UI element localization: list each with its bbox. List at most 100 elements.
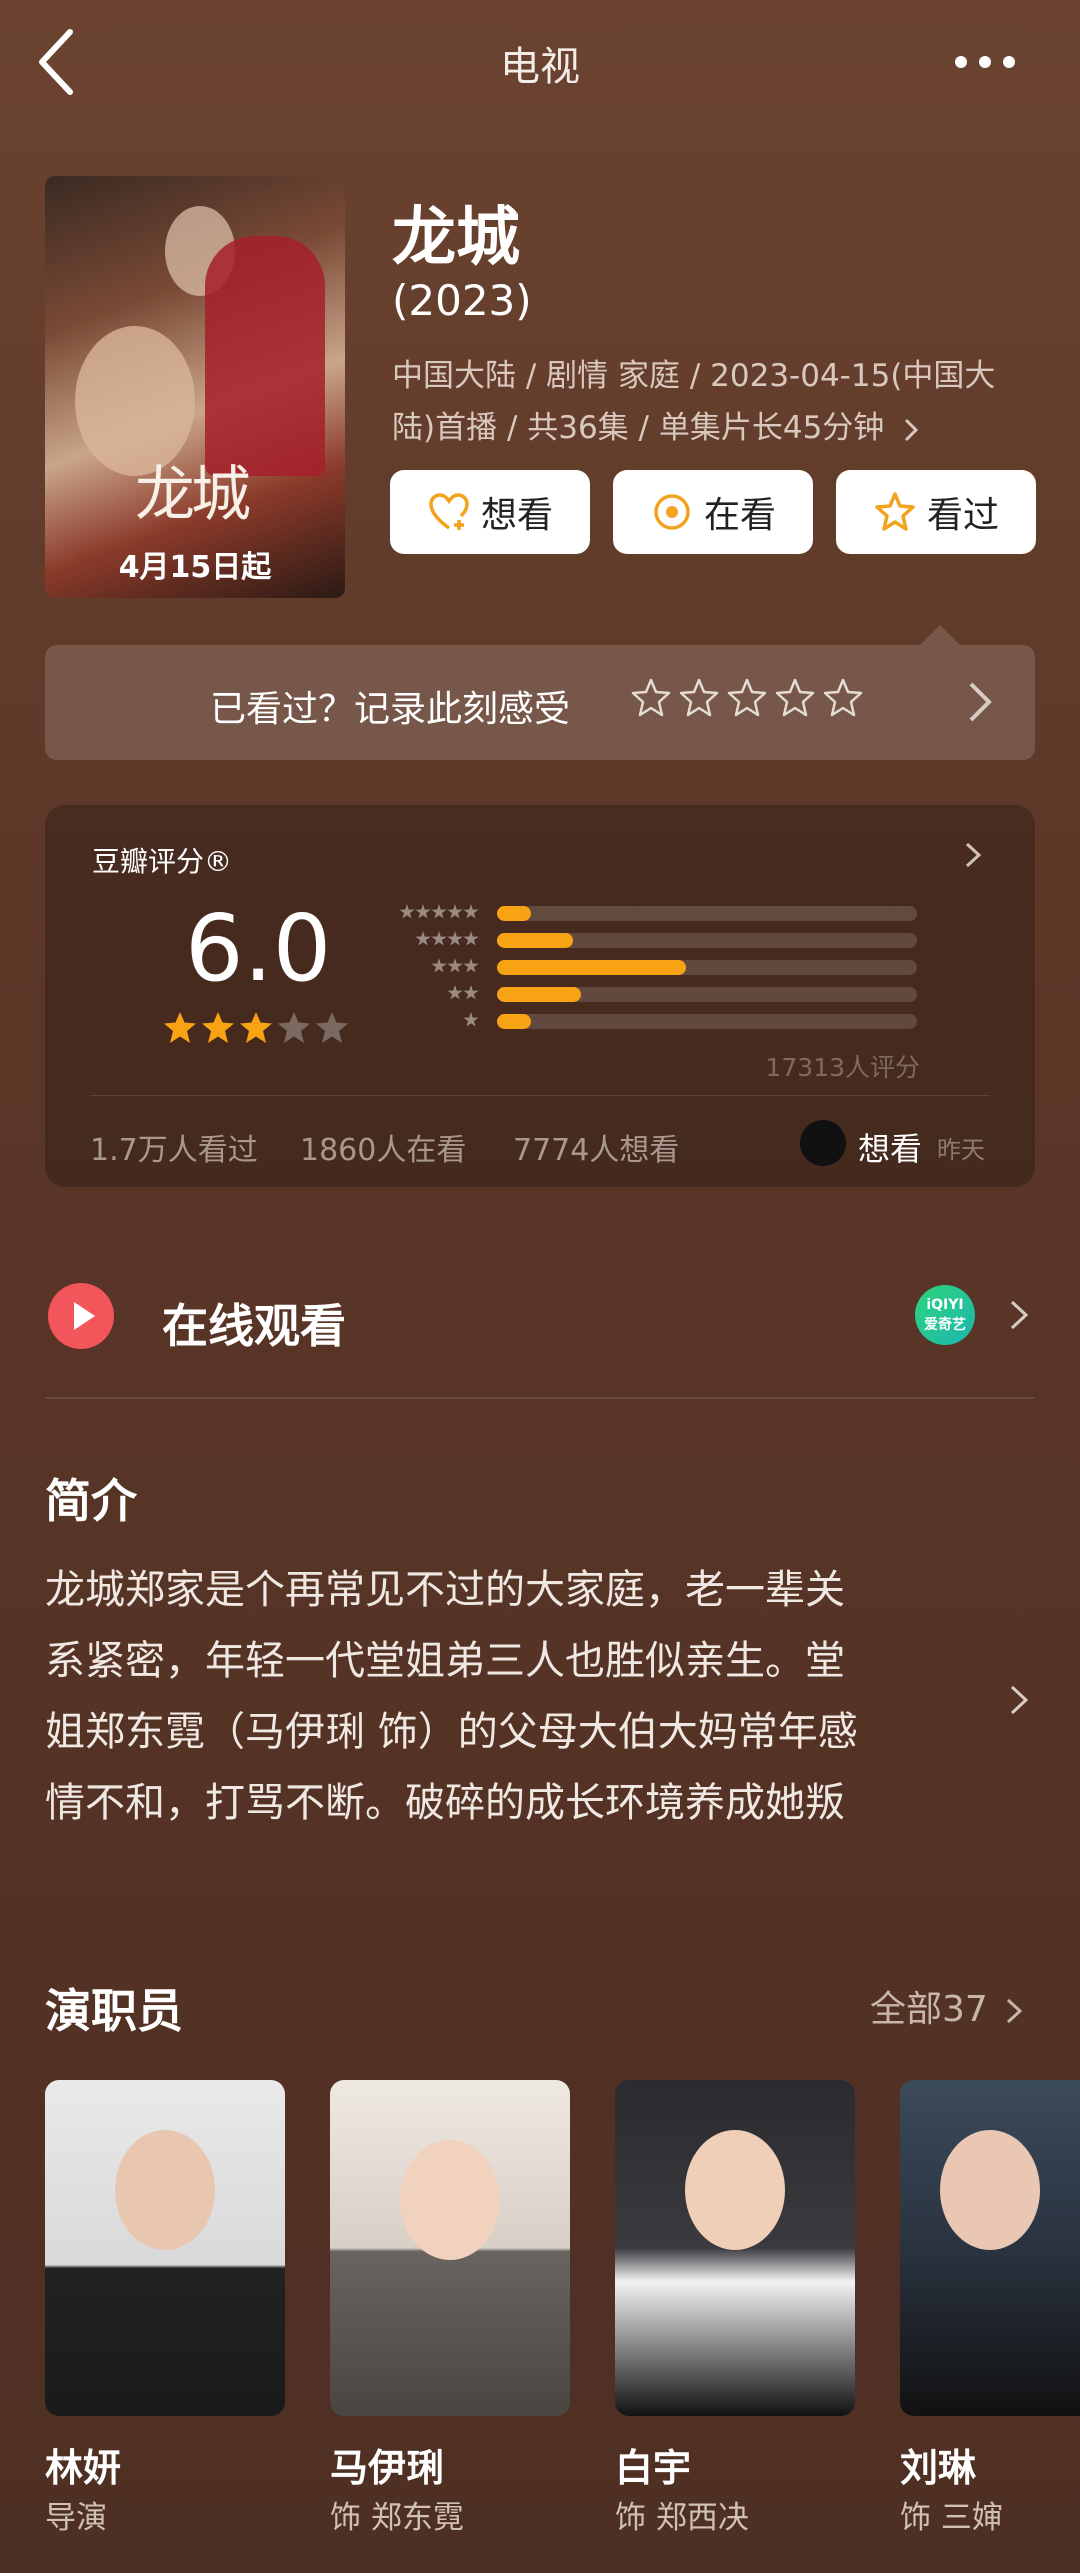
iqiyi-logo-icon[interactable]: iQIYI 爱奇艺	[915, 1285, 975, 1345]
chevron-right-icon[interactable]	[1008, 1298, 1030, 1332]
rating-bar-fill	[497, 1014, 531, 1029]
poster-figure	[205, 236, 325, 476]
avatar[interactable]	[800, 1120, 846, 1166]
show-title: 龙城	[392, 201, 520, 275]
heart-plus-icon	[429, 493, 469, 530]
rate-banner-pointer	[920, 625, 960, 645]
star-filled-icon	[202, 1012, 234, 1043]
rating-bar-fill	[497, 906, 531, 921]
synopsis-line: 系紧密，年轻一代堂姐弟三人也胜似亲生。堂	[45, 1638, 845, 1684]
cast-all-link[interactable]: 全部37	[870, 1980, 1023, 2032]
poster-image[interactable]: 龙城 4月15日起	[45, 176, 345, 598]
watching-button[interactable]: 在看	[613, 470, 813, 554]
cast-role: 饰 三婶	[900, 2500, 1003, 2536]
mini-star-icon	[431, 931, 447, 946]
show-meta-line: 陆)首播 / 共36集 / 单集片长45分钟	[392, 402, 1042, 454]
target-icon	[654, 494, 690, 530]
cast-role: 饰 郑东霓	[330, 2500, 464, 2536]
star-outline-icon[interactable]	[678, 677, 720, 719]
star-filled-icon	[164, 1012, 196, 1043]
cast-role: 导演	[45, 2500, 107, 2536]
watched-count[interactable]: 1.7万人看过	[90, 1125, 258, 1169]
mini-star-icon	[447, 904, 463, 919]
online-watch-title[interactable]: 在线观看	[162, 1290, 346, 1356]
synopsis-text[interactable]: 龙城郑家是个再常见不过的大家庭，老一辈关 系紧密，年轻一代堂姐弟三人也胜似亲生。…	[45, 1555, 965, 1839]
mini-star-icon	[463, 1012, 479, 1027]
star-filled-icon	[240, 1012, 272, 1043]
watching-count[interactable]: 1860人在看	[300, 1125, 466, 1169]
want-count[interactable]: 7774人想看	[513, 1125, 679, 1169]
rating-bar-stars	[415, 931, 479, 947]
star-outline-icon	[875, 492, 915, 531]
synopsis-line: 龙城郑家是个再常见不过的大家庭，老一辈关	[45, 1567, 845, 1613]
star-outline-icon[interactable]	[774, 677, 816, 719]
synopsis-title: 简介	[45, 1474, 137, 1528]
rating-bar-row	[375, 1008, 920, 1035]
mini-star-icon	[447, 985, 463, 1000]
rating-bar-row	[375, 981, 920, 1008]
rating-bar-stars	[431, 958, 479, 974]
rate-stars[interactable]	[630, 677, 864, 719]
rating-label: 豆瓣评分®	[92, 845, 233, 878]
star-outline-icon[interactable]	[726, 677, 768, 719]
friend-time: 昨天	[937, 1136, 985, 1164]
rating-bar-fill	[497, 987, 581, 1002]
cast-photo[interactable]	[615, 2080, 855, 2416]
mini-star-icon	[431, 904, 447, 919]
rating-bar-stars	[399, 904, 479, 920]
rating-bar-fill	[497, 933, 573, 948]
rating-score: 6.0	[185, 895, 332, 1002]
mini-star-icon	[463, 931, 479, 946]
mini-star-icon	[463, 985, 479, 1000]
poster-title-art: 龙城	[135, 460, 251, 530]
mini-star-icon	[431, 958, 447, 973]
more-dot-icon	[1003, 56, 1015, 68]
mini-star-icon	[415, 904, 431, 919]
more-button[interactable]	[945, 40, 1025, 80]
want-to-watch-button[interactable]: 想看	[390, 470, 590, 554]
watching-label: 在看	[703, 495, 776, 536]
rating-count: 17313人评分	[765, 1053, 920, 1082]
cast-name[interactable]: 林妍	[45, 2437, 121, 2492]
synopsis-line: 姐郑东霓（马伊琍 饰）的父母大伯大妈常年感	[45, 1709, 858, 1755]
chevron-right-icon[interactable]	[965, 678, 995, 726]
rating-bar-track	[497, 960, 917, 975]
show-meta[interactable]: 中国大陆 / 剧情 家庭 / 2023-04-15(中国大 陆)首播 / 共36…	[392, 350, 1042, 454]
rating-bar-row	[375, 954, 920, 981]
watched-button[interactable]: 看过	[836, 470, 1036, 554]
cast-all-label: 全部37	[870, 1989, 988, 2030]
mini-star-icon	[415, 931, 431, 946]
cast-photo[interactable]	[330, 2080, 570, 2416]
cast-name[interactable]: 刘琳	[900, 2437, 976, 2492]
divider	[90, 1095, 990, 1096]
chevron-right-icon[interactable]	[963, 840, 983, 870]
show-meta-line: 中国大陆 / 剧情 家庭 / 2023-04-15(中国大	[392, 358, 996, 394]
cast-name[interactable]: 马伊琍	[330, 2437, 444, 2492]
rate-banner-text: 已看过？记录此刻感受	[210, 689, 571, 730]
play-icon[interactable]	[48, 1283, 114, 1349]
page-title: 电视	[500, 44, 580, 90]
mini-star-icon	[399, 904, 415, 919]
star-outline-icon[interactable]	[822, 677, 864, 719]
friend-action: 想看	[858, 1130, 923, 1168]
star-outline-icon[interactable]	[630, 677, 672, 719]
want-to-watch-label: 想看	[480, 495, 553, 536]
show-year: (2023)	[392, 276, 532, 325]
cast-photo[interactable]	[45, 2080, 285, 2416]
play-triangle-icon	[74, 1302, 95, 1330]
rating-bar-track	[497, 987, 917, 1002]
synopsis-line: 情不和，打骂不断。破碎的成长环境养成她叛	[45, 1780, 845, 1826]
cast-face	[685, 2130, 785, 2250]
cast-photo[interactable]	[900, 2080, 1080, 2416]
chevron-right-icon[interactable]	[1008, 1683, 1030, 1717]
more-dot-icon	[955, 56, 967, 68]
rating-stars	[162, 1010, 350, 1046]
cast-name[interactable]: 白宇	[615, 2437, 691, 2492]
mini-star-icon	[447, 958, 463, 973]
rating-bar-track	[497, 933, 917, 948]
mini-star-icon	[463, 904, 479, 919]
rating-bar-stars	[447, 985, 479, 1001]
mini-star-icon	[463, 958, 479, 973]
rating-bar-track	[497, 906, 917, 921]
watched-label: 看过	[926, 495, 999, 536]
